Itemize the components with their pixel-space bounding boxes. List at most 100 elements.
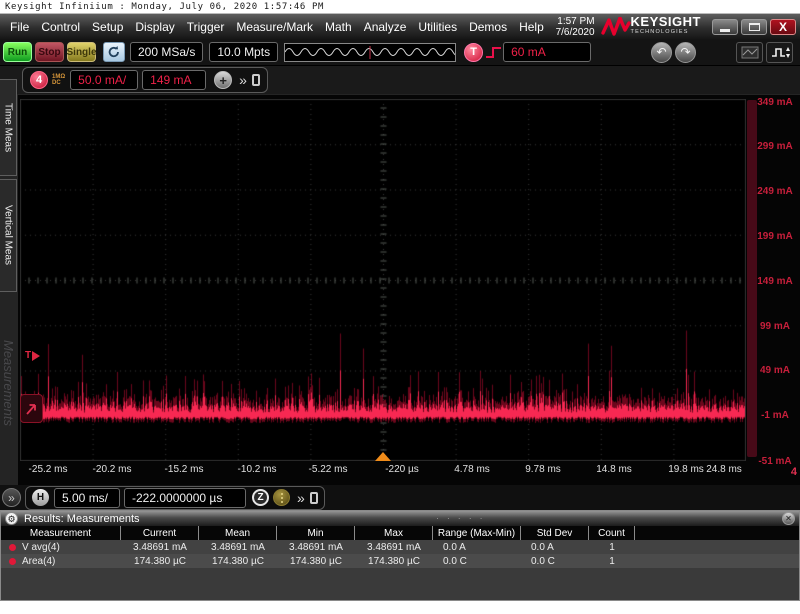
horizontal-position-field[interactable]: -222.0000000 µs bbox=[124, 488, 246, 508]
mini-screen-icon bbox=[741, 46, 759, 59]
x-axis-label: -10.2 ms bbox=[238, 464, 277, 475]
menu-analyze[interactable]: Analyze bbox=[358, 14, 413, 39]
y-axis-label: 49 mA bbox=[751, 365, 799, 376]
rising-edge-icon bbox=[485, 44, 503, 61]
trigger-arrow-icon bbox=[32, 351, 40, 361]
y-axis-label: 299 mA bbox=[751, 141, 799, 152]
table-row-vavg[interactable]: V avg(4) 3.48691 mA 3.48691 mA 3.48691 m… bbox=[1, 540, 799, 554]
horizontal-badge[interactable]: H bbox=[32, 489, 49, 506]
y-axis-label: 149 mA bbox=[751, 276, 799, 287]
undo-button[interactable]: ↶ bbox=[651, 42, 672, 63]
redo-button[interactable]: ↷ bbox=[675, 42, 696, 63]
menu-math[interactable]: Math bbox=[319, 14, 358, 39]
timebase-field[interactable]: 5.00 ms/ bbox=[54, 488, 120, 508]
add-channel-button[interactable]: + bbox=[214, 71, 232, 89]
trigger-level-marker[interactable]: T bbox=[25, 350, 40, 361]
table-row-area[interactable]: Area(4) 174.380 µC 174.380 µC 174.380 µC… bbox=[1, 554, 799, 568]
menu-display[interactable]: Display bbox=[129, 14, 180, 39]
refresh-arrow-icon bbox=[107, 45, 121, 59]
x-axis-label: 9.78 ms bbox=[525, 464, 561, 475]
waveform-grid-canvas[interactable] bbox=[20, 99, 746, 461]
redo-icon: ↷ bbox=[680, 45, 690, 59]
desktop-strip bbox=[0, 601, 800, 614]
minimize-button[interactable] bbox=[712, 19, 738, 35]
horizontal-bar: » H 5.00 ms/ -222.0000000 µs Z » bbox=[0, 485, 800, 510]
zoom-button[interactable]: Z bbox=[252, 489, 269, 506]
col-max: Max bbox=[355, 526, 433, 540]
expand-chevrons-icon[interactable]: » bbox=[297, 490, 305, 506]
measurement-color-dot bbox=[9, 558, 16, 565]
window-title: Keysight Infiniium : Monday, July 06, 20… bbox=[5, 2, 324, 12]
results-close-button[interactable]: ✕ bbox=[782, 512, 795, 525]
gear-icon[interactable]: ⚙ bbox=[5, 512, 18, 525]
col-mean: Mean bbox=[199, 526, 277, 540]
memory-depth-field[interactable]: 10.0 Mpts bbox=[209, 42, 278, 62]
channel4-group: 4 1MΩ DC 50.0 mA/ 149 mA + » bbox=[22, 67, 268, 93]
menu-bar: File Control Setup Display Trigger Measu… bbox=[0, 14, 800, 39]
x-axis-label: 4.78 ms bbox=[454, 464, 490, 475]
tab-time-meas[interactable]: Time Meas bbox=[0, 79, 17, 176]
measurements-watermark: Measurements bbox=[0, 298, 16, 468]
channel4-scale-field[interactable]: 50.0 mA/ bbox=[70, 70, 138, 90]
y-axis-label: 199 mA bbox=[751, 231, 799, 242]
knob-icon[interactable] bbox=[273, 489, 290, 506]
stop-button[interactable]: Stop bbox=[35, 42, 64, 62]
clock[interactable]: 1:57 PM 7/6/2020 bbox=[556, 16, 595, 38]
waveform-arrows-icon bbox=[770, 45, 790, 60]
tab-vertical-meas[interactable]: Vertical Meas bbox=[0, 179, 17, 292]
acquisition-preview-strip[interactable] bbox=[284, 43, 456, 62]
channel-controls-row: 4 1MΩ DC 50.0 mA/ 149 mA + » bbox=[0, 66, 800, 94]
col-current: Current bbox=[121, 526, 199, 540]
menu-trigger[interactable]: Trigger bbox=[181, 14, 231, 39]
x-axis-label: 19.8 ms bbox=[668, 464, 704, 475]
channel4-ground-marker[interactable] bbox=[20, 394, 43, 423]
menu-measure-mark[interactable]: Measure/Mark bbox=[230, 14, 319, 39]
menu-help[interactable]: Help bbox=[513, 14, 550, 39]
menu-control[interactable]: Control bbox=[35, 14, 86, 39]
corner-channel-indicator: 4 bbox=[791, 466, 797, 478]
run-button[interactable]: Run bbox=[3, 42, 32, 62]
channel4-offset-field[interactable]: 149 mA bbox=[142, 70, 206, 90]
channel4-badge[interactable]: 4 bbox=[30, 71, 48, 89]
expand-chevrons-icon[interactable]: » bbox=[239, 72, 247, 88]
marker-icon[interactable] bbox=[310, 492, 318, 504]
minimize-icon bbox=[720, 29, 730, 32]
drag-handle[interactable]: · · · · · bbox=[140, 514, 782, 523]
restore-icon bbox=[749, 23, 760, 31]
x-axis-label: -25.2 ms bbox=[29, 464, 68, 475]
undo-icon: ↶ bbox=[656, 45, 666, 59]
measurement-color-dot bbox=[9, 544, 16, 551]
y-axis-label: 99 mA bbox=[751, 321, 799, 332]
menu-setup[interactable]: Setup bbox=[86, 14, 129, 39]
col-count: Count bbox=[589, 526, 635, 540]
probe-icon[interactable] bbox=[252, 74, 260, 86]
trigger-level-field[interactable]: 60 mA bbox=[503, 42, 591, 62]
results-title-bar[interactable]: ⚙ Results: Measurements · · · · · ✕ bbox=[1, 511, 799, 526]
trigger-time-marker[interactable] bbox=[375, 452, 391, 461]
trigger-source-button[interactable]: T bbox=[464, 43, 483, 62]
x-axis-label: -220 µs bbox=[385, 464, 419, 475]
y-axis-label: 349 mA bbox=[751, 97, 799, 108]
menu-demos[interactable]: Demos bbox=[463, 14, 513, 39]
restore-button[interactable] bbox=[741, 19, 767, 35]
oscilloscope-app: Keysight Infiniium : Monday, July 06, 20… bbox=[0, 0, 800, 614]
close-button[interactable]: X bbox=[770, 19, 796, 35]
x-axis-label: -20.2 ms bbox=[93, 464, 132, 475]
touch-toggle-button[interactable] bbox=[103, 42, 125, 62]
single-button[interactable]: Single bbox=[67, 42, 96, 62]
sample-rate-field[interactable]: 200 MSa/s bbox=[130, 42, 203, 62]
x-axis-label: -15.2 ms bbox=[165, 464, 204, 475]
expand-left-button[interactable]: » bbox=[2, 488, 21, 507]
channel4-coupling: 1MΩ DC bbox=[52, 74, 65, 87]
results-title: Results: Measurements bbox=[24, 513, 140, 525]
display-settings-button[interactable] bbox=[736, 42, 763, 63]
brand-name: KEYSIGHT bbox=[631, 17, 701, 27]
autoscale-button[interactable] bbox=[766, 42, 793, 63]
menu-utilities[interactable]: Utilities bbox=[412, 14, 463, 39]
ground-arrow-icon bbox=[24, 400, 39, 417]
col-min: Min bbox=[277, 526, 355, 540]
col-stddev: Std Dev bbox=[521, 526, 589, 540]
results-header-row: Measurement Current Mean Min Max Range (… bbox=[1, 526, 799, 540]
menu-file[interactable]: File bbox=[4, 14, 35, 39]
os-title-bar: Keysight Infiniium : Monday, July 06, 20… bbox=[0, 0, 800, 14]
